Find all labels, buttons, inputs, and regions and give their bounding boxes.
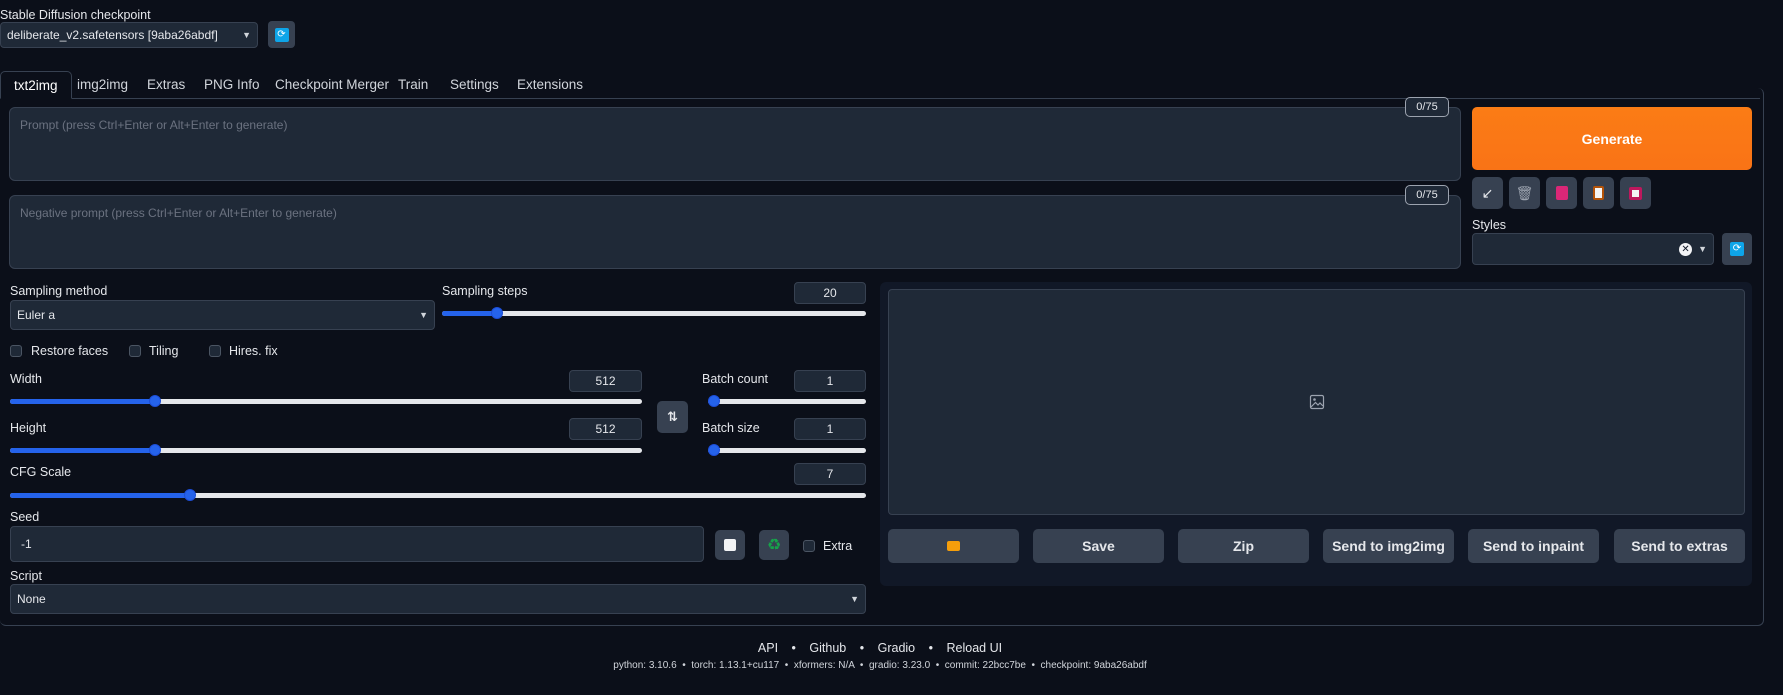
save-style-button[interactable] [1620,177,1651,209]
script-label: Script [10,569,42,583]
height-label: Height [10,421,47,435]
send-to-extras-button[interactable]: Send to extras [1614,529,1745,563]
seed-value: -1 [21,537,32,551]
hires-fix-checkbox[interactable] [209,345,221,357]
batch-size-label: Batch size [702,421,760,435]
height-input[interactable]: 512 [569,418,642,440]
negative-prompt-textarea[interactable]: Negative prompt (press Ctrl+Enter or Alt… [9,195,1461,269]
prompt-textarea[interactable]: Prompt (press Ctrl+Enter or Alt+Enter to… [9,107,1461,181]
script-dropdown[interactable]: None ▼ [10,584,866,614]
sampling-method-label: Sampling method [10,284,108,298]
negative-prompt-placeholder: Negative prompt (press Ctrl+Enter or Alt… [20,206,337,220]
batch-count-slider[interactable] [708,393,866,409]
image-placeholder-icon [1309,394,1324,410]
footer-separator: • [928,641,934,655]
checkpoint-value: deliberate_v2.safetensors [9aba26abdf] [7,28,218,42]
send-to-img2img-button[interactable]: Send to img2img [1323,529,1454,563]
width-slider[interactable] [10,393,642,409]
sampling-method-dropdown[interactable]: Euler a ▼ [10,300,435,330]
chevron-down-icon: ▼ [850,594,859,604]
generate-button[interactable]: Generate [1472,107,1752,170]
batch-size-input[interactable]: 1 [794,418,866,440]
seed-label: Seed [10,510,40,524]
cfg-scale-label: CFG Scale [10,465,72,479]
reuse-seed-button[interactable]: ♻ [759,530,789,560]
width-input[interactable]: 512 [569,370,642,392]
card-icon [1555,186,1568,200]
footer-link-github[interactable]: Github [809,641,846,655]
prompt-token-counter: 0/75 [1405,97,1449,117]
height-slider[interactable] [10,442,642,458]
sampling-steps-label: Sampling steps [442,284,528,298]
cfg-scale-slider[interactable] [10,487,866,503]
refresh-icon: ⟳ [1730,242,1744,256]
width-label: Width [10,372,42,386]
refresh-checkpoint-button[interactable]: ⟳ [268,21,295,48]
hires-fix-label: Hires. fix [229,344,278,358]
extra-networks-button[interactable] [1546,177,1577,209]
footer-link-api[interactable]: API [758,641,778,655]
chevron-down-icon: ▼ [242,30,251,40]
extra-seed-checkbox[interactable] [803,540,815,552]
zip-button[interactable]: Zip [1178,529,1309,563]
cfg-scale-input[interactable]: 7 [794,463,866,485]
floppy-disk-icon [1629,186,1642,200]
sampling-steps-slider[interactable] [442,305,866,321]
clear-prompt-button[interactable]: 🗑 [1509,177,1540,209]
restore-faces-checkbox[interactable] [10,345,22,357]
footer-links: API • Github • Gradio • Reload UI [0,641,1760,655]
prompt-placeholder: Prompt (press Ctrl+Enter or Alt+Enter to… [20,118,288,132]
tiling-checkbox[interactable] [129,345,141,357]
folder-icon [947,541,960,551]
chevron-down-icon: ▼ [419,310,428,320]
open-folder-button[interactable] [888,529,1019,563]
refresh-icon: ⟳ [274,27,289,42]
footer-link-gradio[interactable]: Gradio [878,641,916,655]
checkpoint-dropdown[interactable]: deliberate_v2.safetensors [9aba26abdf] ▼ [0,22,258,48]
dice-icon [724,539,736,551]
footer-link-reload-ui[interactable]: Reload UI [947,641,1003,655]
read-params-button[interactable]: ↙ [1472,177,1503,209]
batch-count-label: Batch count [702,372,769,386]
output-gallery[interactable] [888,289,1745,515]
batch-count-input[interactable]: 1 [794,370,866,392]
sampling-method-value: Euler a [17,308,56,322]
tiling-label: Tiling [149,344,179,358]
footer-separator: • [859,641,865,655]
restore-faces-label: Restore faces [31,344,109,358]
random-seed-button[interactable] [715,530,745,560]
sampling-steps-input[interactable]: 20 [794,282,866,304]
chevron-down-icon: ▼ [1698,244,1707,254]
negative-prompt-token-counter: 0/75 [1405,185,1449,205]
trash-icon: 🗑 [1515,184,1534,201]
batch-size-slider[interactable] [708,442,866,458]
arrow-icon: ↙ [1481,184,1494,201]
script-value: None [17,592,46,606]
send-to-inpaint-button[interactable]: Send to inpaint [1468,529,1599,563]
styles-dropdown[interactable]: ✕ ▼ [1472,233,1714,265]
apply-style-button[interactable] [1583,177,1614,209]
swap-arrows-icon: ⇅ [667,409,678,424]
checkpoint-label: Stable Diffusion checkpoint [0,8,151,22]
refresh-styles-button[interactable]: ⟳ [1722,233,1752,265]
footer-version-info: python: 3.10.6 • torch: 1.13.1+cu117 • x… [613,660,1147,671]
footer-separator: • [791,641,796,655]
seed-input[interactable]: -1 [10,526,704,562]
recycle-icon: ♻ [766,537,782,554]
styles-label: Styles [1472,218,1507,232]
save-button[interactable]: Save [1033,529,1164,563]
clipboard-icon [1593,186,1604,200]
clear-icon[interactable]: ✕ [1679,242,1693,256]
extra-seed-label: Extra [823,539,853,553]
swap-dimensions-button[interactable]: ⇅ [657,401,688,433]
